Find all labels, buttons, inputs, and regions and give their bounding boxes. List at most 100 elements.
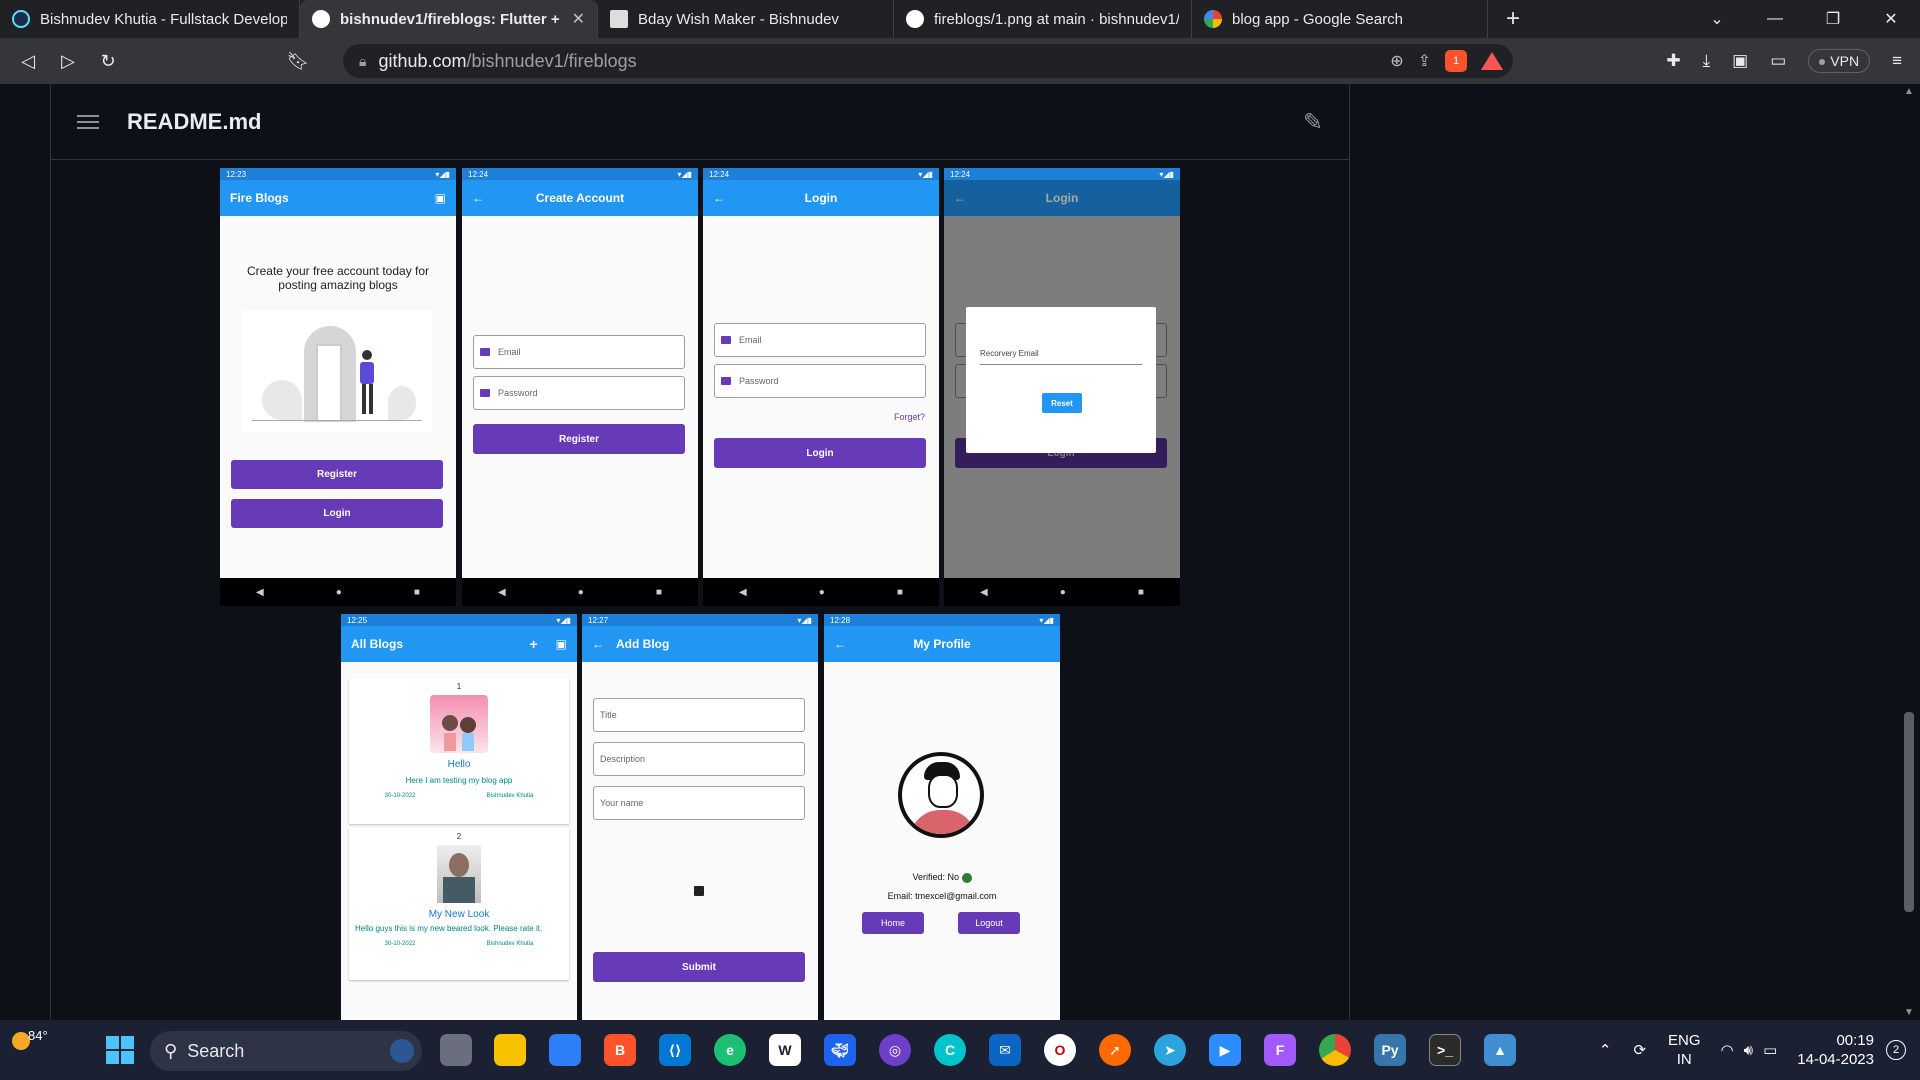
terminal-icon[interactable]: >_ bbox=[1429, 1034, 1461, 1066]
clock[interactable]: 00:19 14-04-2023 bbox=[1797, 1031, 1874, 1069]
register-button[interactable]: Register bbox=[231, 460, 443, 489]
tab-google[interactable]: blog app - Google Search bbox=[1192, 0, 1488, 38]
verified-status: Verified: No bbox=[912, 872, 959, 882]
status-bar: 12:28 ▾◢▮ bbox=[824, 614, 1060, 626]
figma-icon[interactable]: F bbox=[1264, 1034, 1296, 1066]
photos-icon[interactable]: ▲ bbox=[1484, 1034, 1516, 1066]
opera-icon[interactable]: O bbox=[1044, 1034, 1076, 1066]
tab-portfolio[interactable]: Bishnudev Khutia - Fullstack Develope bbox=[0, 0, 300, 38]
volume-icon[interactable]: 🔊︎ bbox=[1744, 1042, 1753, 1059]
brave-rewards-icon[interactable] bbox=[1481, 52, 1503, 70]
new-tab-button[interactable]: + bbox=[1506, 5, 1520, 33]
add-icon[interactable]: + bbox=[529, 636, 537, 652]
login-button[interactable]: Login bbox=[231, 499, 443, 528]
reload-icon[interactable]: ↻ bbox=[88, 51, 128, 72]
wallet-icon[interactable]: ▭ bbox=[1770, 51, 1786, 71]
postman-icon[interactable]: ➚ bbox=[1099, 1034, 1131, 1066]
sidebar-icon[interactable]: ▣ bbox=[1732, 51, 1748, 71]
outline-icon[interactable] bbox=[77, 111, 99, 133]
vscode-icon[interactable]: ⟨⟩ bbox=[659, 1034, 691, 1066]
tab-fireblogs-png[interactable]: fireblogs/1.png at main · bishnudev1/f bbox=[894, 0, 1192, 38]
email-field[interactable]: Email bbox=[473, 335, 685, 369]
battery-icon[interactable]: ▭ bbox=[1763, 1041, 1777, 1059]
recovery-email-input[interactable]: Recorvery Email bbox=[980, 349, 1142, 365]
edit-icon[interactable]: ✎ bbox=[1303, 108, 1323, 137]
image-picker-icon[interactable] bbox=[694, 886, 704, 896]
screen-login: 12:24 ▾◢▮ ← Login Email Password Forget? … bbox=[703, 168, 939, 606]
bookmark-icon[interactable]: 🔖︎ bbox=[278, 51, 318, 72]
blog-card[interactable]: 1 Hello Here I am testing my blog app 30… bbox=[349, 678, 569, 824]
register-button[interactable]: Register bbox=[473, 424, 685, 454]
scroll-down-icon[interactable]: ▼ bbox=[1902, 1007, 1916, 1018]
page-scrollbar[interactable]: ▲ ▼ bbox=[1902, 84, 1916, 1020]
submit-button[interactable]: Submit bbox=[593, 952, 805, 982]
forget-link[interactable]: Forget? bbox=[894, 412, 925, 422]
android-nav: ◀ ● ■ bbox=[220, 578, 456, 606]
reset-button[interactable]: Reset bbox=[1042, 393, 1082, 413]
extensions-icon[interactable]: ✚ bbox=[1666, 51, 1680, 71]
scroll-thumb[interactable] bbox=[1904, 712, 1914, 912]
password-field[interactable]: Password bbox=[473, 376, 685, 410]
profile-icon[interactable]: ▣ bbox=[556, 637, 567, 651]
menu-icon[interactable]: ≡ bbox=[1892, 51, 1902, 71]
windows-start-icon[interactable] bbox=[104, 1034, 136, 1066]
close-tab-icon[interactable]: ✕ bbox=[572, 9, 585, 29]
home-button[interactable]: Home bbox=[862, 912, 924, 934]
back-icon[interactable]: ◁ bbox=[8, 51, 48, 72]
brave-shield-icon[interactable]: 1 bbox=[1445, 50, 1467, 72]
scroll-up-icon[interactable]: ▲ bbox=[1902, 86, 1916, 97]
back-arrow-icon[interactable]: ← bbox=[592, 637, 604, 651]
description-input[interactable]: Description bbox=[593, 742, 805, 776]
share-icon[interactable]: ⇪ bbox=[1418, 51, 1431, 71]
status-time: 12:24 bbox=[950, 169, 971, 179]
android-nav: ◀ ● ■ bbox=[462, 578, 698, 606]
lang-secondary: IN bbox=[1676, 1051, 1692, 1068]
zoom-icon[interactable]: ⊕ bbox=[1390, 51, 1403, 71]
canva-icon[interactable]: C bbox=[934, 1034, 966, 1066]
weather-widget[interactable]: 84° bbox=[12, 1028, 52, 1050]
app-icon[interactable] bbox=[549, 1034, 581, 1066]
address-bar[interactable]: 🔒︎ github.com/bishnudev1/fireblogs ⊕ ⇪ 1 bbox=[343, 44, 1513, 78]
logout-button[interactable]: Logout bbox=[958, 912, 1020, 934]
sync-icon[interactable]: ⟳ bbox=[1633, 1041, 1646, 1059]
notification-badge[interactable]: 2 bbox=[1886, 1040, 1906, 1060]
telegram-icon[interactable]: ➤ bbox=[1154, 1034, 1186, 1066]
language-indicator[interactable]: ENG IN bbox=[1668, 1031, 1701, 1069]
forward-icon[interactable]: ▷ bbox=[48, 51, 88, 72]
taskbar-search[interactable]: ⚲ Search bbox=[150, 1031, 422, 1071]
login-button[interactable]: Login bbox=[714, 438, 926, 468]
name-input[interactable]: Your name bbox=[593, 786, 805, 820]
brave-icon[interactable]: B bbox=[604, 1034, 636, 1066]
title-input[interactable]: Title bbox=[593, 698, 805, 732]
email-field[interactable]: Email bbox=[714, 323, 926, 357]
minimize-icon[interactable]: — bbox=[1746, 10, 1804, 28]
chrome-icon[interactable] bbox=[1319, 1034, 1351, 1066]
python-icon[interactable]: Py bbox=[1374, 1034, 1406, 1066]
docker-icon[interactable]: 🐳︎ bbox=[824, 1034, 856, 1066]
blog-meta: 30-10-2022 Bishnudev Khutia bbox=[349, 941, 569, 947]
app-w-icon[interactable]: W bbox=[769, 1034, 801, 1066]
screen-home: 12:23 ▾◢▮ Fire Blogs ▣ Create your free a… bbox=[220, 168, 456, 606]
blog-card[interactable]: 2 My New Look Hello guys this is my new … bbox=[349, 828, 569, 980]
chevron-up-icon[interactable]: ⌃ bbox=[1599, 1041, 1612, 1059]
android-nav: ◀ ● ■ bbox=[703, 578, 939, 606]
vpn-button[interactable]: VPN bbox=[1808, 49, 1871, 73]
zoom-app-icon[interactable]: ▶ bbox=[1209, 1034, 1241, 1066]
password-field[interactable]: Password bbox=[714, 364, 926, 398]
task-view-icon[interactable] bbox=[440, 1034, 472, 1066]
window-controls: ⌄ — ❐ ✕ bbox=[1688, 0, 1920, 38]
restore-icon[interactable]: ❐ bbox=[1804, 9, 1862, 29]
github-desktop-icon[interactable]: ◎ bbox=[879, 1034, 911, 1066]
close-window-icon[interactable]: ✕ bbox=[1862, 9, 1920, 29]
search-icon: ⚲ bbox=[164, 1040, 178, 1061]
tab-search-icon[interactable]: ⌄ bbox=[1688, 9, 1746, 29]
tab-fireblogs[interactable]: bishnudev1/fireblogs: Flutter + Fi ✕ bbox=[300, 0, 598, 38]
wifi-icon[interactable]: ◠ bbox=[1721, 1041, 1734, 1059]
app-title: My Profile bbox=[913, 637, 971, 651]
edge-icon[interactable]: e bbox=[714, 1034, 746, 1066]
tab-bday[interactable]: Bday Wish Maker - Bishnudev bbox=[598, 0, 894, 38]
download-icon[interactable]: ⤓ bbox=[1703, 51, 1711, 71]
file-explorer-icon[interactable] bbox=[494, 1034, 526, 1066]
mail-icon[interactable]: ✉ bbox=[989, 1034, 1021, 1066]
profile-icon[interactable]: ▣ bbox=[435, 191, 446, 205]
